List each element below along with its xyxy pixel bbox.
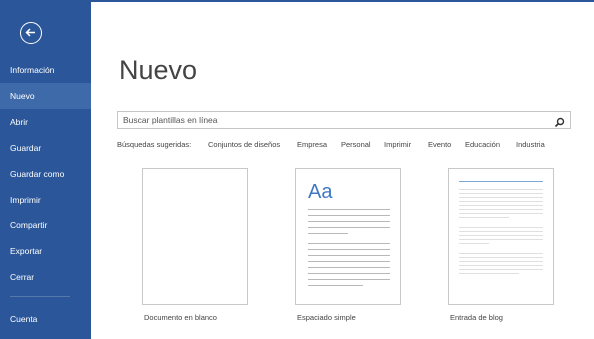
preview-line xyxy=(308,227,390,228)
preview-line xyxy=(459,253,543,254)
template-label[interactable]: Espaciado simple xyxy=(297,313,356,322)
preview-line xyxy=(308,233,348,234)
nav-item-informacion[interactable]: Información xyxy=(0,57,91,83)
preview-line xyxy=(308,249,390,250)
preview-line xyxy=(308,255,390,256)
suggested-searches-label: Búsquedas sugeridas: xyxy=(117,140,192,149)
preview-line xyxy=(308,285,363,286)
preview-line xyxy=(308,209,390,210)
preview-line xyxy=(459,227,543,228)
preview-line xyxy=(459,193,543,194)
preview-line xyxy=(459,197,543,198)
nav-item-imprimir[interactable]: Imprimir xyxy=(0,187,91,213)
preview-line xyxy=(459,239,543,240)
preview-line xyxy=(308,243,390,244)
template-blank-document[interactable] xyxy=(142,168,248,305)
page-title: Nuevo xyxy=(119,55,198,85)
preview-line xyxy=(459,261,543,262)
template-label[interactable]: Entrada de blog xyxy=(450,313,503,322)
backstage-sidebar: Información Nuevo Abrir Guardar Guardar … xyxy=(0,0,91,339)
preview-line xyxy=(459,265,543,266)
preview-line xyxy=(308,279,390,280)
suggestion-link[interactable]: Educación xyxy=(465,140,500,149)
preview-line xyxy=(308,221,390,222)
preview-line xyxy=(459,257,543,258)
nav-item-exportar[interactable]: Exportar xyxy=(0,238,91,264)
preview-line xyxy=(308,215,390,216)
preview-line xyxy=(459,269,543,270)
search-input[interactable] xyxy=(123,113,543,127)
nav-item-compartir[interactable]: Compartir xyxy=(0,212,91,238)
template-blog-post[interactable] xyxy=(448,168,554,305)
template-single-spaced[interactable]: Aa xyxy=(295,168,401,305)
suggestion-link[interactable]: Evento xyxy=(428,140,451,149)
suggestion-link[interactable]: Personal xyxy=(341,140,371,149)
preview-line xyxy=(459,205,543,206)
nav-item-cuenta[interactable]: Cuenta xyxy=(0,306,91,332)
template-preview-heading: Aa xyxy=(308,181,333,203)
suggestion-link[interactable]: Industria xyxy=(516,140,545,149)
preview-line xyxy=(308,261,390,262)
preview-line xyxy=(459,235,543,236)
preview-line xyxy=(308,267,390,268)
nav-item-cerrar[interactable]: Cerrar xyxy=(0,264,91,290)
suggestion-link[interactable]: Empresa xyxy=(297,140,327,149)
preview-line xyxy=(459,181,543,182)
template-search-box[interactable] xyxy=(117,111,571,129)
nav-item-guardar-como[interactable]: Guardar como xyxy=(0,161,91,187)
top-accent-line xyxy=(91,0,594,2)
search-icon[interactable] xyxy=(554,115,565,133)
suggestion-link[interactable]: Imprimir xyxy=(384,140,411,149)
preview-line xyxy=(459,213,543,214)
preview-line xyxy=(459,209,543,210)
nav-item-nuevo[interactable]: Nuevo xyxy=(0,83,91,109)
nav-item-guardar[interactable]: Guardar xyxy=(0,135,91,161)
suggestion-link[interactable]: Conjuntos de diseños xyxy=(208,140,280,149)
preview-line xyxy=(459,189,543,190)
preview-line xyxy=(459,201,543,202)
preview-line xyxy=(459,243,489,244)
preview-line xyxy=(459,217,509,218)
preview-line xyxy=(308,273,390,274)
template-label[interactable]: Documento en blanco xyxy=(144,313,217,322)
preview-line xyxy=(459,231,543,232)
preview-line xyxy=(459,273,519,274)
back-arrow-icon[interactable] xyxy=(20,22,42,44)
nav-item-abrir[interactable]: Abrir xyxy=(0,109,91,135)
sidebar-divider xyxy=(10,296,70,297)
